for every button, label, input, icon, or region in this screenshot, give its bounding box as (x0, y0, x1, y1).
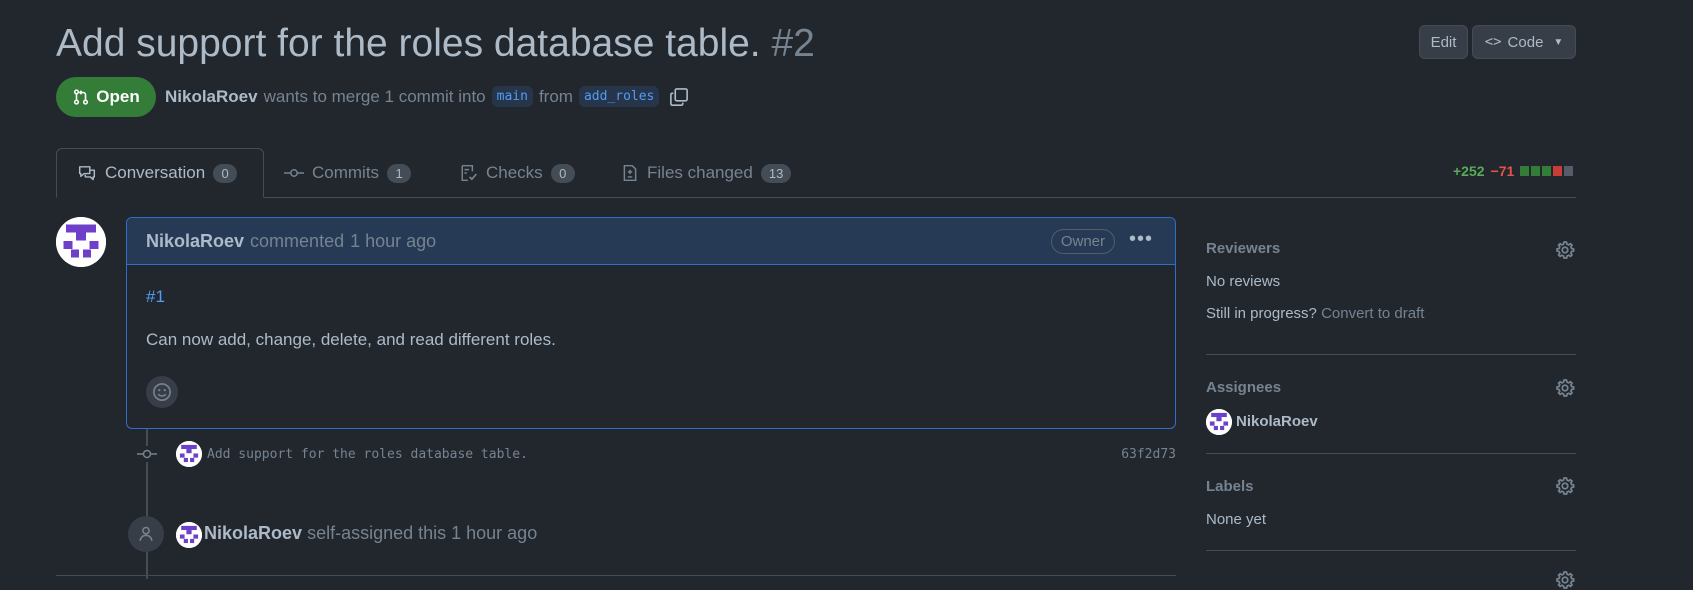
tab-commits-label: Commits (312, 163, 380, 182)
code-button[interactable]: <> Code ▼ (1472, 25, 1576, 59)
comment-text: Can now add, change, delete, and read di… (146, 330, 556, 349)
person-icon (128, 516, 164, 552)
comment-header: NikolaRoev commented 1 hour ago Owner ••… (127, 218, 1175, 265)
sidebar-divider (1206, 550, 1576, 551)
author-link[interactable]: NikolaRoev (165, 87, 258, 107)
assignment-author[interactable]: NikolaRoev (204, 523, 302, 543)
avatar[interactable] (176, 441, 202, 467)
diffstat-deletions: −71 (1490, 163, 1515, 179)
tab-checks[interactable]: Checks 0 (460, 148, 575, 198)
code-button-label: Code (1507, 33, 1544, 51)
smiley-icon (153, 383, 171, 401)
gear-icon[interactable] (1555, 570, 1575, 590)
tab-commits-count: 1 (387, 163, 412, 183)
pr-meta: NikolaRoev wants to merge 1 commit into … (165, 86, 689, 107)
sidebar-divider (1206, 354, 1576, 355)
code-icon: <> (1484, 34, 1502, 50)
tab-conversation-count: 0 (213, 163, 238, 183)
gear-icon[interactable] (1555, 476, 1575, 496)
caret-down-icon: ▼ (1553, 36, 1564, 48)
edit-button[interactable]: Edit (1419, 25, 1468, 59)
add-reaction-button[interactable] (146, 376, 178, 408)
base-branch[interactable]: main (491, 86, 533, 107)
in-progress-row: Still in progress? Convert to draft (1206, 305, 1424, 322)
tab-files-changed-count: 13 (760, 163, 792, 183)
pr-number: #2 (771, 22, 815, 65)
diffstat: +252 −71 (1453, 163, 1574, 179)
commit-sha[interactable]: 63f2d73 (1121, 447, 1176, 462)
diffstat-block (1542, 166, 1552, 176)
convert-to-draft-link[interactable]: Convert to draft (1321, 305, 1424, 322)
diffstat-block (1553, 166, 1563, 176)
assignment-text: self-assigned this 1 hour ago (307, 523, 538, 543)
comment-author[interactable]: NikolaRoev (146, 231, 244, 252)
comment-discussion-icon (78, 166, 96, 181)
assignment-event: NikolaRoev self-assigned this 1 hour ago (204, 523, 537, 544)
assignees-heading[interactable]: Assignees (1206, 379, 1281, 396)
labels-value: None yet (1206, 511, 1267, 528)
reviewers-heading[interactable]: Reviewers (1206, 240, 1280, 257)
pr-title-text: Add support for the roles database table… (56, 22, 761, 65)
git-commit-icon (135, 446, 159, 462)
tab-files-changed[interactable]: Files changed 13 (621, 148, 792, 198)
diffstat-block (1520, 166, 1530, 176)
comment-box: NikolaRoev commented 1 hour ago Owner ••… (126, 217, 1176, 429)
status-badge: Open (56, 77, 156, 117)
kebab-menu-icon[interactable]: ••• (1129, 228, 1153, 251)
gear-icon[interactable] (1555, 240, 1575, 260)
pr-title: Add support for the roles database table… (56, 18, 815, 70)
assignee-name[interactable]: NikolaRoev (1236, 413, 1318, 430)
sidebar-divider (1206, 453, 1576, 454)
comment-time[interactable]: 1 hour ago (350, 231, 436, 252)
timeline-divider (56, 575, 1176, 576)
merge-text: wants to merge 1 commit into (263, 86, 486, 106)
checklist-icon (461, 164, 477, 182)
file-diff-icon (623, 164, 637, 182)
avatar[interactable] (56, 217, 106, 267)
tab-conversation-label: Conversation (105, 163, 206, 182)
git-commit-icon (284, 169, 304, 177)
diffstat-block (1564, 166, 1574, 176)
diffstat-additions: +252 (1453, 163, 1485, 179)
labels-heading[interactable]: Labels (1206, 478, 1254, 495)
head-branch[interactable]: add_roles (578, 86, 660, 107)
in-progress-text: Still in progress? (1206, 305, 1317, 322)
commit-message[interactable]: Add support for the roles database table… (207, 447, 528, 462)
git-pull-request-icon (74, 89, 89, 105)
from-text: from (538, 86, 573, 106)
avatar[interactable] (1206, 409, 1232, 435)
reviewers-value: No reviews (1206, 273, 1281, 290)
commit-row: Add support for the roles database table… (135, 440, 1176, 468)
owner-badge: Owner (1050, 229, 1115, 254)
gear-icon[interactable] (1555, 378, 1575, 398)
tab-checks-label: Checks (486, 163, 543, 182)
edit-button-label: Edit (1430, 33, 1457, 51)
comment-action: commented (250, 230, 345, 251)
comment-body: #1 Can now add, change, delete, and read… (127, 287, 1175, 350)
issue-link[interactable]: #1 (146, 287, 165, 306)
status-label: Open (96, 87, 140, 106)
tab-conversation[interactable]: Conversation 0 (56, 148, 264, 198)
tab-commits[interactable]: Commits 1 (284, 148, 412, 198)
avatar[interactable] (176, 522, 202, 548)
diffstat-blocks (1520, 166, 1574, 176)
tab-checks-count: 0 (550, 163, 575, 183)
copy-icon[interactable] (669, 87, 689, 107)
tab-files-changed-label: Files changed (647, 163, 753, 182)
diffstat-block (1531, 166, 1541, 176)
